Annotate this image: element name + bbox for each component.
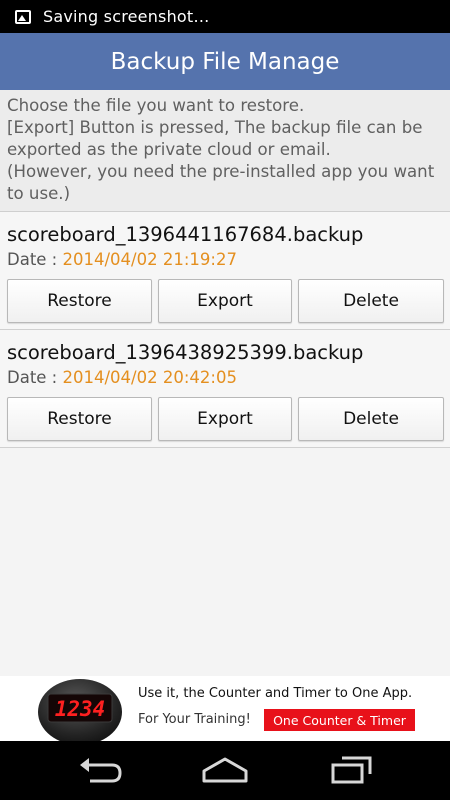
export-button[interactable]: Export	[158, 279, 292, 323]
status-bar: Saving screenshot…	[0, 0, 450, 33]
ad-subline: For Your Training!	[138, 712, 251, 727]
info-line: exported as the private cloud or email.	[7, 140, 331, 159]
restore-button[interactable]: Restore	[7, 397, 152, 441]
backup-entry: scoreboard_1396438925399.backup Date : 2…	[0, 330, 450, 448]
restore-button[interactable]: Restore	[7, 279, 152, 323]
navigation-bar	[0, 741, 450, 800]
delete-button[interactable]: Delete	[298, 397, 444, 441]
export-button[interactable]: Export	[158, 397, 292, 441]
delete-button[interactable]: Delete	[298, 279, 444, 323]
page-title: Backup File Manage	[110, 48, 340, 75]
date-label: Date :	[7, 250, 63, 269]
info-text: Choose the file you want to restore. [Ex…	[0, 90, 450, 212]
ad-cta-button[interactable]: One Counter & Timer	[264, 709, 415, 731]
ad-banner[interactable]: 1234 Use it, the Counter and Timer to On…	[0, 676, 450, 742]
ad-headline: Use it, the Counter and Timer to One App…	[138, 686, 413, 701]
title-bar: Backup File Manage	[0, 33, 450, 90]
backup-filename: scoreboard_1396441167684.backup	[7, 223, 364, 246]
info-line: (However, you need the pre-installed app…	[7, 162, 435, 181]
info-line: to use.)	[7, 184, 71, 203]
recents-icon[interactable]	[328, 754, 374, 786]
home-icon[interactable]	[200, 754, 250, 786]
date-label: Date :	[7, 368, 63, 387]
backup-filename: scoreboard_1396438925399.backup	[7, 341, 364, 364]
backup-entry: scoreboard_1396441167684.backup Date : 2…	[0, 212, 450, 330]
counter-device-icon: 1234	[38, 679, 122, 742]
backup-date: Date : 2014/04/02 20:42:05	[7, 368, 237, 387]
status-text: Saving screenshot…	[43, 7, 210, 26]
counter-digits: 1234	[55, 697, 106, 721]
info-line: [Export] Button is pressed, The backup f…	[7, 118, 423, 137]
info-line: Choose the file you want to restore.	[7, 96, 305, 115]
back-icon[interactable]	[76, 754, 124, 786]
date-value: 2014/04/02 20:42:05	[62, 368, 237, 387]
image-icon	[15, 9, 31, 24]
backup-date: Date : 2014/04/02 21:19:27	[7, 250, 237, 269]
date-value: 2014/04/02 21:19:27	[62, 250, 237, 269]
